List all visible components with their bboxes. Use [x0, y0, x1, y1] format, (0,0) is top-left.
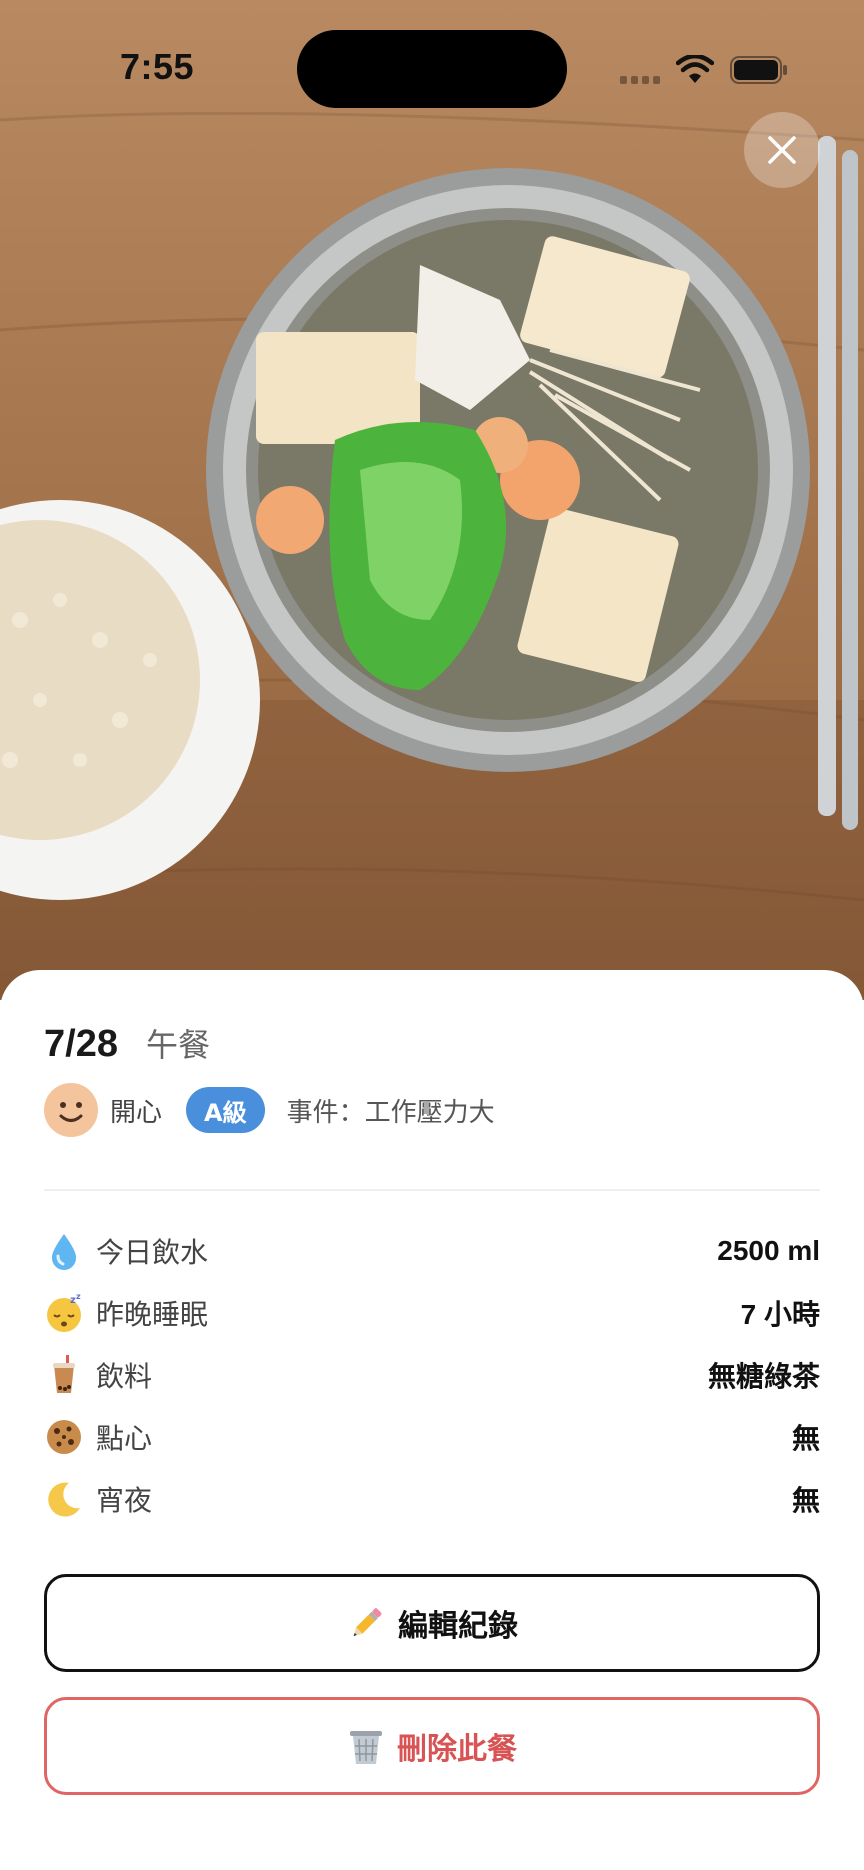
- stat-row-water: 今日飲水 2500 ml: [44, 1220, 820, 1282]
- stat-label: 昨晚睡眠: [96, 1298, 209, 1331]
- meal-tags: 開心 A級 事件：工作壓力大: [44, 1082, 495, 1138]
- stat-row-late-night: 宵夜 無: [44, 1468, 820, 1530]
- cellular-signal-icon: [620, 76, 662, 84]
- meal-type: 午餐: [145, 1026, 210, 1064]
- delete-meal-label: 刪除此餐: [397, 1732, 517, 1767]
- stat-row-snack: 點心 無: [44, 1406, 820, 1468]
- status-bar: 7:55: [0, 0, 864, 140]
- trash-can-icon: [347, 1726, 385, 1766]
- battery-icon: [730, 56, 787, 84]
- grade-badge: A級: [186, 1087, 265, 1133]
- crescent-moon-icon: [44, 1479, 84, 1519]
- pencil-icon: [346, 1603, 386, 1643]
- edit-record-label: 編輯紀錄: [398, 1609, 518, 1644]
- mood-label: 開心: [110, 1097, 163, 1128]
- water-drop-icon: [44, 1231, 84, 1271]
- delete-meal-button[interactable]: 刪除此餐: [44, 1697, 820, 1795]
- stat-label: 點心: [96, 1422, 153, 1455]
- stat-value: 無: [791, 1423, 820, 1454]
- edit-record-button[interactable]: 編輯紀錄: [44, 1574, 820, 1672]
- stat-value: 2500 ml: [717, 1235, 820, 1266]
- meal-detail-sheet: 7/28 午餐 開心 A級 事件：工作壓力大 今日飲水 2500 ml z z …: [0, 970, 864, 1870]
- svg-text:z: z: [76, 1293, 81, 1301]
- stat-value: 無: [791, 1485, 820, 1516]
- close-icon: [768, 136, 796, 164]
- stat-label: 宵夜: [96, 1484, 153, 1517]
- meal-photo-illustration: [0, 111, 864, 1000]
- stat-row-sleep: z z 昨晚睡眠 7 小時: [44, 1282, 820, 1344]
- divider: [44, 1189, 820, 1191]
- meal-photo: [0, 0, 864, 1000]
- wifi-icon: [676, 55, 714, 83]
- stat-value: 7 小時: [740, 1299, 820, 1330]
- close-button[interactable]: [744, 112, 820, 188]
- meal-header: 7/28 午餐: [44, 1020, 210, 1066]
- stat-label: 今日飲水: [96, 1236, 209, 1269]
- event-label: 事件：工作壓力大: [286, 1097, 495, 1128]
- stat-row-drink: 飲料 無糖綠茶: [44, 1344, 820, 1406]
- happy-face-icon: [44, 1083, 98, 1137]
- stat-value: 無糖綠茶: [707, 1361, 820, 1392]
- dynamic-island: [297, 30, 567, 108]
- stats-list: 今日飲水 2500 ml z z 昨晚睡眠 7 小時 飲料 無糖綠茶 點心 無 …: [44, 1220, 820, 1530]
- cookie-icon: [44, 1417, 84, 1457]
- stat-label: 飲料: [96, 1360, 153, 1393]
- sleeping-face-icon: z z: [44, 1293, 84, 1333]
- meal-date: 7/28: [44, 1023, 118, 1065]
- bubble-tea-icon: [44, 1355, 84, 1395]
- status-time: 7:55: [120, 46, 195, 87]
